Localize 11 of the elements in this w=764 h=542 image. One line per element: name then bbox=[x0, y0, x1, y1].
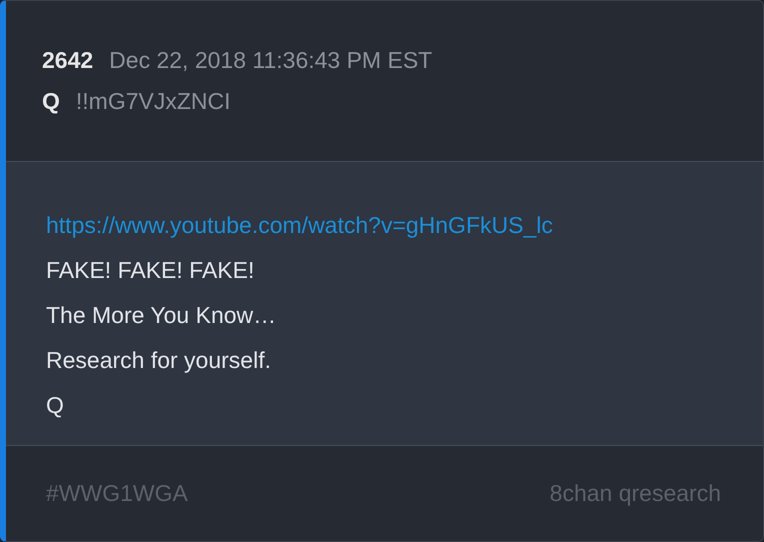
tripcode: !!mG7VJxZNCI bbox=[76, 88, 231, 115]
author-name: Q bbox=[42, 88, 60, 115]
post-text-line: Research for yourself. bbox=[46, 347, 271, 374]
post-text-line: FAKE! FAKE! FAKE! bbox=[46, 257, 254, 284]
source-label: 8chan qresearch bbox=[550, 480, 721, 507]
post-timestamp: Dec 22, 2018 11:36:43 PM EST bbox=[109, 47, 432, 74]
post-text-line: Q bbox=[46, 392, 64, 419]
hashtag: #WWG1WGA bbox=[46, 480, 188, 507]
post-number: 2642 bbox=[42, 47, 94, 74]
video-link[interactable]: https://www.youtube.com/watch?v=gHnGFkUS_lc bbox=[46, 212, 553, 239]
post-text-line: The More You Know… bbox=[46, 302, 276, 329]
